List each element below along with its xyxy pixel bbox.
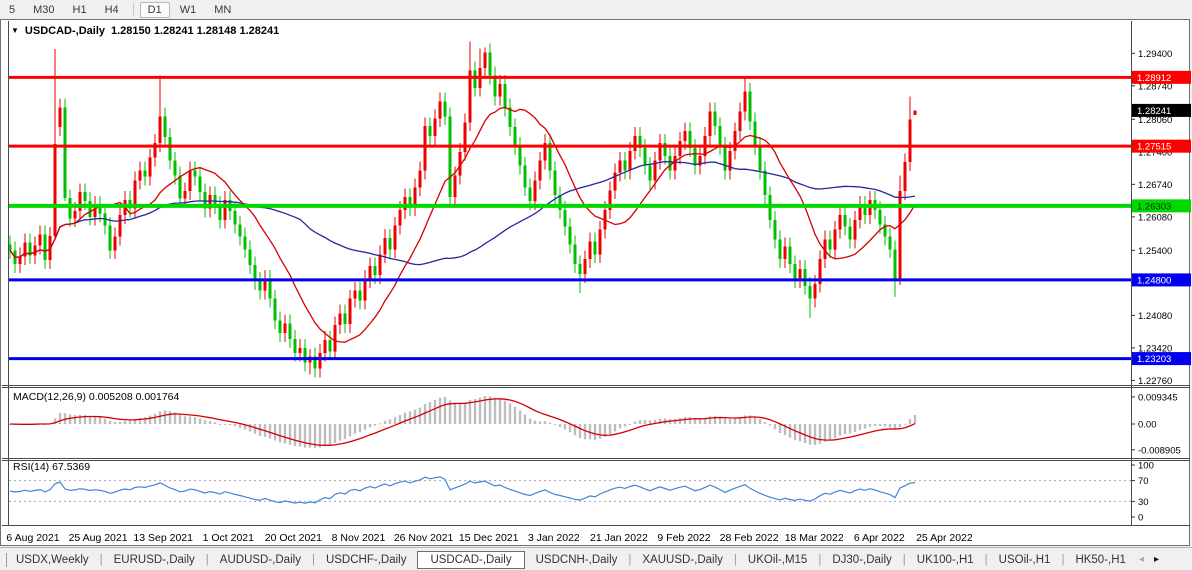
chart-title: ▼ USDCAD-,Daily 1.28150 1.28241 1.28148 … (11, 25, 279, 37)
tab-audusd-daily[interactable]: AUDUSD-,Daily (211, 552, 310, 568)
timeframe-button-m30[interactable]: M30 (25, 2, 62, 18)
macd-panel (9, 396, 917, 449)
svg-text:1.28912: 1.28912 (1137, 73, 1171, 84)
chart-dropdown-triangle-icon[interactable]: ▼ (11, 26, 19, 35)
chart-ohlc-values: 1.28150 1.28241 1.28148 1.28241 (111, 25, 280, 37)
rsi-panel (9, 476, 1131, 504)
tab-uk100-h1[interactable]: UK100-,H1 (908, 552, 983, 568)
svg-text:1.24800: 1.24800 (1137, 275, 1171, 286)
svg-text:1.27515: 1.27515 (1137, 142, 1171, 153)
svg-text:25 Aug 2021: 25 Aug 2021 (69, 532, 128, 544)
svg-text:100: 100 (1138, 461, 1154, 472)
panel-borders (2, 21, 1190, 526)
svg-text:28 Feb 2022: 28 Feb 2022 (720, 532, 779, 544)
tab-separator: | (902, 553, 906, 566)
tab-separator: | (628, 553, 632, 566)
toolbar-separator (132, 3, 134, 16)
svg-text:1.25400: 1.25400 (1138, 246, 1172, 257)
tab-usdx-weekly[interactable]: USDX,Weekly (7, 552, 98, 568)
svg-text:0.00: 0.00 (1138, 420, 1157, 431)
tab-scroll-left-icon[interactable]: ◂ (1139, 554, 1144, 565)
chart-window: ▼ USDCAD-,Daily 1.28150 1.28241 1.28148 … (0, 19, 1191, 547)
tab-ukoil-m15[interactable]: UKOil-,M15 (739, 552, 816, 568)
timeframe-button-mn[interactable]: MN (206, 2, 239, 18)
svg-text:8 Nov 2021: 8 Nov 2021 (332, 532, 386, 544)
moving-averages (9, 106, 916, 343)
timeframe-button-d1[interactable]: D1 (139, 1, 170, 18)
svg-text:3 Jan 2022: 3 Jan 2022 (528, 532, 580, 544)
svg-text:1.26740: 1.26740 (1138, 180, 1172, 191)
svg-text:20 Oct 2021: 20 Oct 2021 (265, 532, 322, 544)
svg-text:6 Aug 2021: 6 Aug 2021 (6, 532, 59, 544)
tab-usdcad-daily[interactable]: USDCAD-,Daily (417, 550, 525, 569)
svg-text:1.26303: 1.26303 (1137, 201, 1171, 212)
svg-text:26 Nov 2021: 26 Nov 2021 (394, 532, 454, 544)
svg-text:1.22760: 1.22760 (1138, 376, 1172, 387)
tab-separator: | (311, 553, 315, 566)
chart-symbol-label: USDCAD-,Daily (24, 25, 105, 37)
chart-canvas[interactable]: 1.294001.287401.280601.274001.267401.260… (1, 20, 1191, 547)
tab-separator: | (99, 553, 103, 566)
rsi-indicator-label: RSI(14) 67.5369 (13, 461, 91, 473)
tab-dj30-daily[interactable]: DJ30-,Daily (823, 552, 900, 568)
svg-text:1.26080: 1.26080 (1138, 212, 1172, 223)
svg-text:18 Mar 2022: 18 Mar 2022 (785, 532, 844, 544)
svg-text:1.23203: 1.23203 (1137, 354, 1171, 365)
svg-text:15 Dec 2021: 15 Dec 2021 (459, 532, 519, 544)
svg-text:21 Jan 2022: 21 Jan 2022 (590, 532, 648, 544)
svg-text:6 Apr 2022: 6 Apr 2022 (854, 532, 905, 544)
svg-text:1 Oct 2021: 1 Oct 2021 (203, 532, 255, 544)
svg-text:0.009345: 0.009345 (1138, 392, 1178, 403)
tab-separator: | (733, 553, 737, 566)
tab-separator: | (984, 553, 988, 566)
tab-eurusd-daily[interactable]: EURUSD-,Daily (105, 552, 204, 568)
timeframe-button-h1[interactable]: H1 (65, 2, 95, 18)
tab-separator: | (205, 553, 209, 566)
svg-text:1.29400: 1.29400 (1138, 49, 1172, 60)
svg-text:0: 0 (1138, 513, 1143, 524)
timeframe-toolbar: 5 M30 H1 H4 D1 W1 MN (0, 0, 1192, 19)
chart-tab-bar: USDX,Weekly | EURUSD-,Daily | AUDUSD-,Daily |… (0, 547, 1192, 570)
tab-separator: | (1061, 553, 1065, 566)
svg-text:25 Apr 2022: 25 Apr 2022 (916, 532, 973, 544)
macd-indicator-label: MACD(12,26,9) 0.005208 0.001764 (13, 391, 180, 403)
price-axis: 1.294001.287401.280601.274001.267401.260… (1131, 49, 1191, 524)
tab-scroll-right-icon[interactable]: ▸ (1154, 554, 1159, 565)
svg-text:30: 30 (1138, 497, 1149, 508)
tab-hk50-h1[interactable]: HK50-,H1 (1066, 552, 1135, 568)
tab-usdcnh-daily[interactable]: USDCNH-,Daily (527, 552, 627, 568)
svg-text:1.24080: 1.24080 (1138, 311, 1172, 322)
mt4-application-window: 5 M30 H1 H4 D1 W1 MN ▼ USDCAD-,Daily 1.28150 1… (0, 0, 1192, 570)
svg-text:13 Sep 2021: 13 Sep 2021 (133, 532, 193, 544)
tab-usoil-h1[interactable]: USOil-,H1 (990, 552, 1060, 568)
ma-fast-line (9, 106, 916, 343)
svg-text:9 Feb 2022: 9 Feb 2022 (657, 532, 710, 544)
tab-separator: | (818, 553, 822, 566)
svg-text:70: 70 (1138, 476, 1149, 487)
timeframe-button-w1[interactable]: W1 (172, 2, 205, 18)
timeframe-button-5[interactable]: 5 (1, 2, 23, 18)
svg-text:-0.008905: -0.008905 (1138, 445, 1181, 456)
svg-text:1.28241: 1.28241 (1137, 106, 1171, 117)
time-axis: 6 Aug 2021 25 Aug 2021 13 Sep 2021 1 Oct 20… (6, 532, 972, 544)
tab-xauusd-daily[interactable]: XAUUSD-,Daily (633, 552, 732, 568)
timeframe-button-h4[interactable]: H4 (97, 2, 127, 18)
tab-usdchf-daily[interactable]: USDCHF-,Daily (317, 552, 416, 568)
candlestick-series (9, 41, 917, 378)
